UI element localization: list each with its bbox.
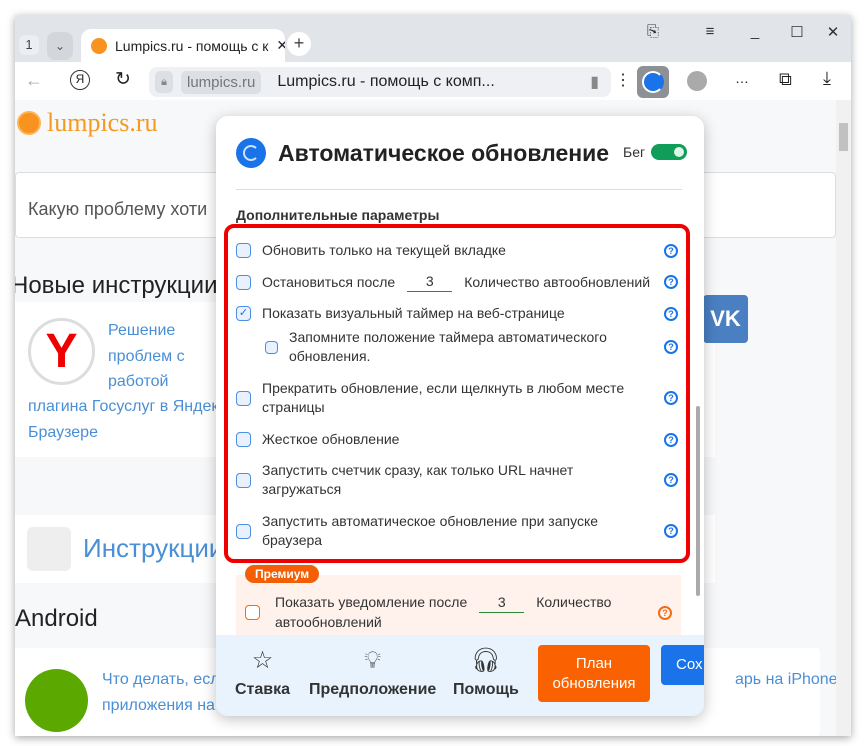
new-tab-button[interactable]: +: [287, 32, 311, 56]
tab-active[interactable]: Lumpics.ru - помощь с к ✕: [81, 29, 285, 62]
article-link[interactable]: Что делать, если приложения на: [102, 667, 228, 718]
page-scrollbar[interactable]: [836, 100, 851, 736]
lock-icon[interactable]: 🔒︎: [155, 71, 173, 93]
save-button[interactable]: Сох: [661, 645, 704, 685]
back-icon[interactable]: ←: [25, 70, 43, 91]
reload-icon[interactable]: ↻: [115, 68, 131, 91]
tab-close-icon[interactable]: ✕: [276, 37, 285, 54]
rate-button[interactable]: ☆ Ставка: [235, 647, 290, 699]
star-icon: ☆: [251, 647, 274, 674]
download-icon[interactable]: ⤓: [823, 68, 831, 89]
tab-list-chevron-icon[interactable]: ⌄: [47, 32, 73, 60]
url-page-title: Lumpics.ru - помощь с комп...: [277, 73, 495, 90]
run-toggle-group[interactable]: Бег: [623, 144, 688, 160]
close-icon[interactable]: ✕: [821, 23, 845, 41]
run-toggle[interactable]: [651, 144, 688, 160]
article-link[interactable]: Решение проблем с работой: [108, 318, 185, 395]
vk-icon[interactable]: VK: [703, 295, 748, 343]
address-bar[interactable]: 🔒︎ lumpics.ru Lumpics.ru - помощь с комп…: [149, 67, 611, 97]
article-link-cont[interactable]: плагина Госуслуг в Яндекс Браузере: [28, 394, 227, 445]
new-instructions-heading: Новые инструкции:: [15, 272, 225, 299]
divider: [236, 189, 682, 190]
popup-title: Автоматическое обновление: [278, 139, 610, 166]
globe-icon[interactable]: [687, 71, 707, 91]
tab-bar: 1 ⌄ Lumpics.ru - помощь с к ✕ + ⎘ ≡ _ ☐ …: [15, 15, 851, 62]
option-notify-after[interactable]: Показать уведомление после 3 Количество ав…: [245, 593, 672, 632]
site-logo[interactable]: lumpics.ru: [17, 108, 158, 138]
help-icon[interactable]: ?: [658, 605, 672, 620]
headset-icon: 🎧︎: [470, 647, 502, 674]
popup-scrollbar[interactable]: [696, 406, 700, 596]
help-button[interactable]: 🎧︎ Помощь: [453, 647, 519, 699]
favicon-icon: [91, 37, 107, 54]
update-plan-button[interactable]: План обновления: [538, 645, 650, 702]
more-icon[interactable]: ⋮: [615, 70, 631, 90]
orange-logo-icon: [17, 111, 41, 135]
instructions-heading[interactable]: Инструкции: [83, 533, 223, 564]
yandex-gosuslugi-image: Y: [28, 318, 95, 385]
suggest-button[interactable]: 💡︎ Предположение: [309, 647, 436, 699]
tab-title: Lumpics.ru - помощь с к: [115, 37, 269, 54]
article-link[interactable]: арь на iPhone: [735, 667, 838, 693]
toolbar: ← Я ↻ 🔒︎ lumpics.ru Lumpics.ru - помощь …: [15, 62, 851, 100]
premium-badge: Премиум: [245, 565, 320, 583]
extensions-icon[interactable]: ⧉: [779, 69, 792, 90]
android-icon: [25, 669, 88, 732]
minimize-icon[interactable]: _: [743, 23, 767, 40]
popup-footer: ☆ Ставка 💡︎ Предположение 🎧︎ Помощь План обн…: [216, 635, 704, 716]
tab-count[interactable]: 1: [19, 35, 39, 55]
iphone-card[interactable]: арь на iPhone: [700, 648, 838, 736]
refresh-icon: [236, 138, 266, 168]
lightbulb-icon: 💡︎: [364, 647, 382, 674]
ellipsis-icon[interactable]: …: [735, 70, 749, 86]
checkbox[interactable]: [245, 605, 260, 620]
run-label: Бег: [623, 144, 646, 160]
bookmark-icon[interactable]: ▮: [590, 72, 599, 92]
os-cube-icon: [27, 527, 71, 571]
maximize-icon[interactable]: ☐: [785, 23, 809, 41]
popup-header: Автоматическое обновление: [236, 138, 609, 168]
yandex-icon[interactable]: Я: [70, 70, 90, 90]
url-domain: lumpics.ru: [181, 70, 262, 94]
notify-count-input[interactable]: 3: [479, 593, 525, 613]
android-heading: Android: [15, 605, 98, 632]
bookmarks-icon[interactable]: ⎘: [641, 23, 665, 40]
highlight-box: [224, 224, 690, 563]
auto-refresh-extension-icon[interactable]: [637, 66, 669, 98]
auto-refresh-popup: Автоматическое обновление Бег Дополнител…: [216, 116, 704, 716]
menu-icon[interactable]: ≡: [698, 23, 722, 40]
section-heading: Дополнительные параметры: [236, 207, 440, 223]
